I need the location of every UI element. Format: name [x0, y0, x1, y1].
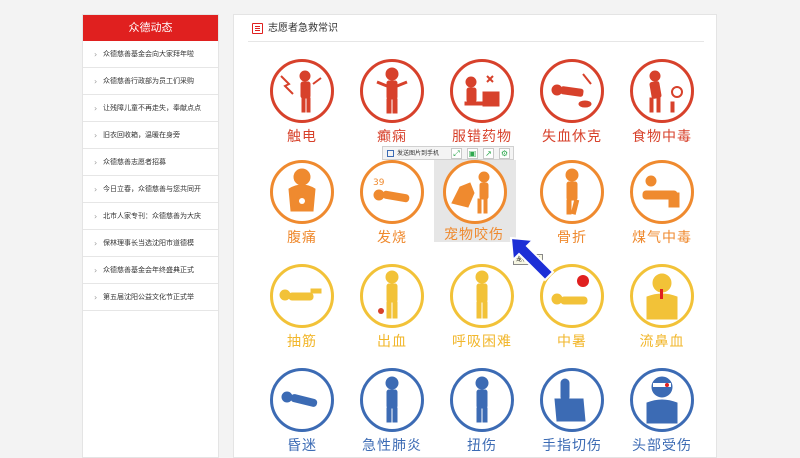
aid-item-sprain[interactable]: 扭伤	[442, 368, 522, 458]
nosebleed-icon	[646, 273, 678, 320]
wrong-medicine-icon	[464, 75, 500, 107]
news-item[interactable]: › 让残障儿童不再走失，奉献点点	[83, 95, 218, 122]
aid-item-coma[interactable]: 昏迷	[262, 368, 342, 458]
aid-item-cramp[interactable]: 抽筋	[262, 264, 342, 356]
aid-item-electric-shock[interactable]: 触电	[262, 59, 342, 151]
epilepsy-icon	[376, 67, 408, 114]
chevron-right-icon: ›	[94, 212, 98, 221]
coma-icon	[281, 391, 318, 407]
sprain-icon	[475, 376, 489, 423]
phone-icon	[387, 150, 394, 157]
send-to-phone-button[interactable]: 发送图片到手机	[385, 148, 439, 159]
fracture-icon	[565, 168, 580, 215]
news-list: › 众德慈善基金会向大家拜年啦 › 众德慈善行政部为员工们采购 › 让残障儿童不再走失…	[83, 41, 218, 311]
news-item[interactable]: › 众德慈善基金会年终盛典正式	[83, 257, 218, 284]
cramp-icon	[279, 288, 322, 301]
chevron-right-icon: ›	[94, 158, 98, 167]
svg-text:39: 39	[373, 178, 385, 188]
chevron-right-icon: ›	[94, 293, 98, 302]
news-item[interactable]: › 第五届沈阳公益文化节正式举	[83, 284, 218, 311]
finger-cut-icon	[554, 378, 586, 422]
aid-item-epilepsy[interactable]: 癫痫	[352, 59, 432, 151]
news-item[interactable]: › 保林理事长当选沈阳市道德模	[83, 230, 218, 257]
aid-item-gas-poisoning[interactable]: 煤气中毒	[622, 160, 702, 252]
news-item[interactable]: › 众德慈善基金会向大家拜年啦	[83, 41, 218, 68]
electric-shock-icon	[280, 70, 322, 113]
head-injury-icon	[646, 376, 678, 424]
panel-header: 志愿者急救常识	[248, 15, 704, 42]
image-toolbar: 发送图片到手机 ⤢ ▣ ↗ ⚙	[382, 146, 514, 160]
abdominal-pain-icon	[288, 168, 316, 212]
aid-item-wrong-medicine[interactable]: 服错药物	[442, 59, 522, 151]
chevron-right-icon: ›	[94, 104, 98, 113]
aid-item-finger-cut[interactable]: 手指切伤	[532, 368, 612, 458]
expand-icon[interactable]: ⤢	[451, 148, 462, 159]
gas-poisoning-icon	[642, 175, 680, 208]
chevron-right-icon: ›	[94, 185, 98, 194]
list-icon	[252, 23, 263, 34]
news-item[interactable]: › 旧衣回收箱，温暖在身旁	[83, 122, 218, 149]
acute-pneumonia-icon	[385, 376, 399, 423]
news-item[interactable]: › 北市人家专刊：众德慈善为大庆	[83, 203, 218, 230]
aid-item-bleeding[interactable]: 出血	[352, 264, 432, 356]
news-item[interactable]: › 今日立春，众德慈善与您共同开	[83, 176, 218, 203]
food-poisoning-icon	[649, 70, 683, 113]
chevron-right-icon: ›	[94, 239, 98, 248]
pet-bite-icon	[451, 171, 490, 214]
sidebar-title: 众德动态	[83, 15, 218, 41]
cursor-arrow-icon	[509, 236, 555, 282]
news-item[interactable]: › 众德慈善行政部为员工们采购	[83, 68, 218, 95]
bleeding-icon	[378, 270, 399, 319]
news-sidebar: 众德动态 › 众德慈善基金会向大家拜年啦 › 众德慈善行政部为员工们采购 › 让残障儿…	[82, 14, 219, 458]
aid-item-acute-pneumonia[interactable]: 急性肺炎	[352, 368, 432, 458]
aid-item-abdominal-pain[interactable]: 腹痛	[262, 160, 342, 252]
aid-item-food-poisoning[interactable]: 食物中毒	[622, 59, 702, 151]
panel-title: 志愿者急救常识	[268, 23, 338, 34]
chevron-right-icon: ›	[94, 50, 98, 59]
aid-item-fever[interactable]: 39 发烧	[352, 160, 432, 252]
share-icon[interactable]: ↗	[483, 148, 494, 159]
aid-item-blood-loss-shock[interactable]: 失血休克	[532, 59, 612, 151]
aid-item-nosebleed[interactable]: 流鼻血	[622, 264, 702, 356]
blood-loss-shock-icon	[551, 73, 592, 108]
fever-icon: 39	[373, 178, 410, 203]
save-icon[interactable]: ▣	[467, 148, 478, 159]
news-item[interactable]: › 众德慈善志愿者招募	[83, 149, 218, 176]
aid-item-head-injury[interactable]: 头部受伤	[622, 368, 702, 458]
settings-icon[interactable]: ⚙	[499, 148, 510, 159]
chevron-right-icon: ›	[94, 131, 98, 140]
chevron-right-icon: ›	[94, 77, 98, 86]
chevron-right-icon: ›	[94, 266, 98, 275]
